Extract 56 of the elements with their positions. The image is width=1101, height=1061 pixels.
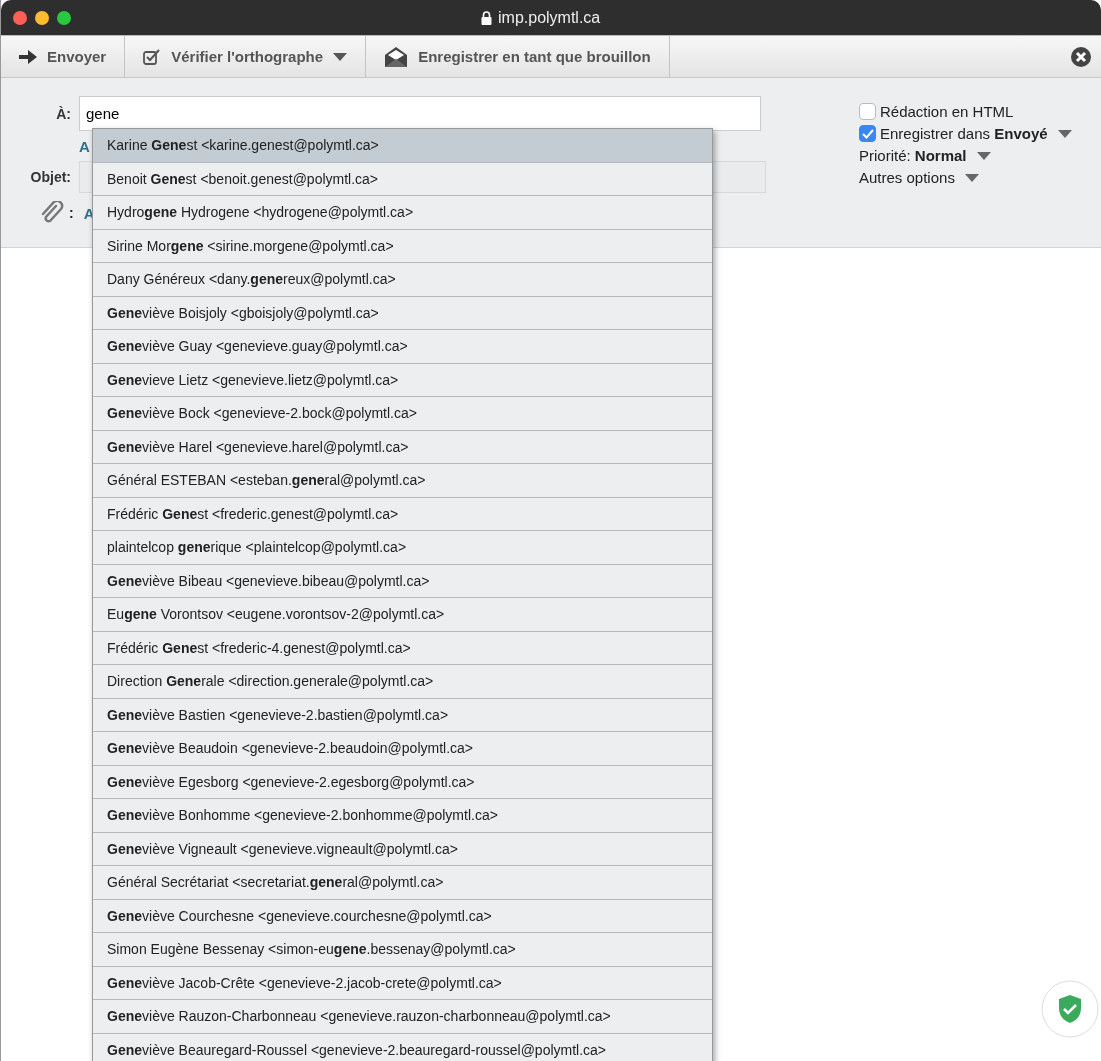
suggestion-item[interactable]: Benoit Genest <benoit.genest@polymtl.ca> xyxy=(93,162,712,196)
option-label[interactable]: Rédaction en HTML xyxy=(880,103,1014,120)
suggestion-item[interactable]: Geneviève Boisjoly <gboisjoly@polymtl.ca> xyxy=(93,296,712,330)
toolbar-button[interactable]: Envoyer xyxy=(1,36,126,77)
suggestion-item[interactable]: Karine Genest <karine.genest@polymtl.ca> xyxy=(93,129,712,163)
checkbox[interactable] xyxy=(859,125,876,142)
arrow-icon xyxy=(19,49,37,64)
suggestion-item[interactable]: Geneviève Harel <genevieve.harel@polymtl.ca> xyxy=(93,430,712,464)
suggestion-item[interactable]: Frédéric Genest <frederic.genest@polymtl.ca> xyxy=(93,497,712,531)
suggestion-item[interactable]: Direction Generale <direction.generale@polymtl.ca> xyxy=(93,665,712,699)
suggestion-item[interactable]: Général ESTEBAN <esteban.general@polymtl.ca> xyxy=(93,464,712,498)
to-field[interactable]: gene xyxy=(79,96,761,131)
option-label[interactable]: Enregistrer dans Envoyé xyxy=(880,125,1048,142)
suggestion-item[interactable]: Geneviève Bock <genevieve-2.bock@polymtl.ca> xyxy=(93,397,712,431)
subject-label: Objet: xyxy=(29,169,72,185)
window-title: imp.polymtl.ca xyxy=(498,9,601,27)
option-label[interactable]: Autres options xyxy=(859,169,955,186)
suggestion-item[interactable]: Geneviève Bonhomme <genevieve-2.bonhomme@polymtl.ca> xyxy=(93,799,712,833)
checkbox[interactable] xyxy=(859,103,876,120)
suggestion-item[interactable]: Geneviève Egesborg <genevieve-2.egesborg@polymtl.ca> xyxy=(93,765,712,799)
suggestion-item[interactable]: Geneviève Rauzon-Charbonneau <genevieve.rauzon-charbonneau@polymtl.ca> xyxy=(93,1000,712,1034)
lock-icon xyxy=(481,11,492,25)
suggestion-item[interactable]: plaintelcop generique <plaintelcop@polymtl.ca> xyxy=(93,531,712,565)
close-icon[interactable] xyxy=(1071,46,1091,67)
suggestion-item[interactable]: Dany Généreux <dany.genereux@polymtl.ca> xyxy=(93,263,712,297)
envelope-icon xyxy=(384,45,409,68)
link-fragment[interactable]: A xyxy=(79,137,90,155)
suggestion-item[interactable]: Geneviève Beaudoin <genevieve-2.beaudoin@polymtl.ca> xyxy=(93,732,712,766)
caret-icon[interactable] xyxy=(1057,129,1072,138)
shield-icon[interactable] xyxy=(1041,980,1099,1038)
suggestion-item[interactable]: Geneviève Bibeau <genevieve.bibeau@polymtl.ca> xyxy=(93,564,712,598)
suggestion-item[interactable]: Geneviève Vigneault <genevieve.vigneault@polymtl.ca> xyxy=(93,832,712,866)
minimize-button[interactable] xyxy=(35,10,49,25)
close-window-button[interactable] xyxy=(13,10,27,25)
suggestion-item[interactable]: Simon Eugène Bessenay <simon-eugene.bessenay@polymtl.ca> xyxy=(93,933,712,967)
attach-label: : xyxy=(69,205,74,221)
suggestion-item[interactable]: Général Secrétariat <secretariat.general@polymtl.ca> xyxy=(93,866,712,900)
paperclip-icon xyxy=(39,201,65,225)
toolbar-button[interactable]: Vérifier l'orthographe xyxy=(125,36,367,77)
suggestion-item[interactable]: Geneviève Jacob-Crête <genevieve-2.jacob-crete@polymtl.ca> xyxy=(93,966,712,1000)
suggestion-item[interactable]: Hydrogene Hydrogene <hydrogene@polymtl.ca> xyxy=(93,196,712,230)
suggestion-item[interactable]: Geneviève Guay <genevieve.guay@polymtl.ca> xyxy=(93,330,712,364)
suggestion-item[interactable]: Geneviève Bastien <genevieve-2.bastien@polymtl.ca> xyxy=(93,698,712,732)
checkbox-icon xyxy=(143,48,162,65)
option-label[interactable]: Priorité: Normal xyxy=(859,147,967,164)
toolbar-button[interactable]: Enregistrer en tant que brouillon xyxy=(366,36,670,77)
suggestion-item[interactable]: Eugene Vorontsov <eugene.vorontsov-2@polymtl.ca> xyxy=(93,598,712,632)
suggestion-item[interactable]: Genevieve Lietz <genevieve.lietz@polymtl.ca> xyxy=(93,363,712,397)
zoom-button[interactable] xyxy=(57,10,71,25)
suggestion-item[interactable]: Frédéric Genest <frederic-4.genest@polymtl.ca> xyxy=(93,631,712,665)
to-label: À: xyxy=(55,105,72,122)
suggestion-item[interactable]: Geneviève Courchesne <genevieve.courchesne@polymtl.ca> xyxy=(93,899,712,933)
suggestion-item[interactable]: Sirine Morgene <sirine.morgene@polymtl.ca> xyxy=(93,229,712,263)
caret-icon[interactable] xyxy=(964,173,979,182)
caret-icon[interactable] xyxy=(976,151,991,160)
suggestion-item[interactable]: Geneviève Beauregard-Roussel <genevieve-2.beauregard-roussel@polymtl.ca> xyxy=(93,1033,712,1061)
